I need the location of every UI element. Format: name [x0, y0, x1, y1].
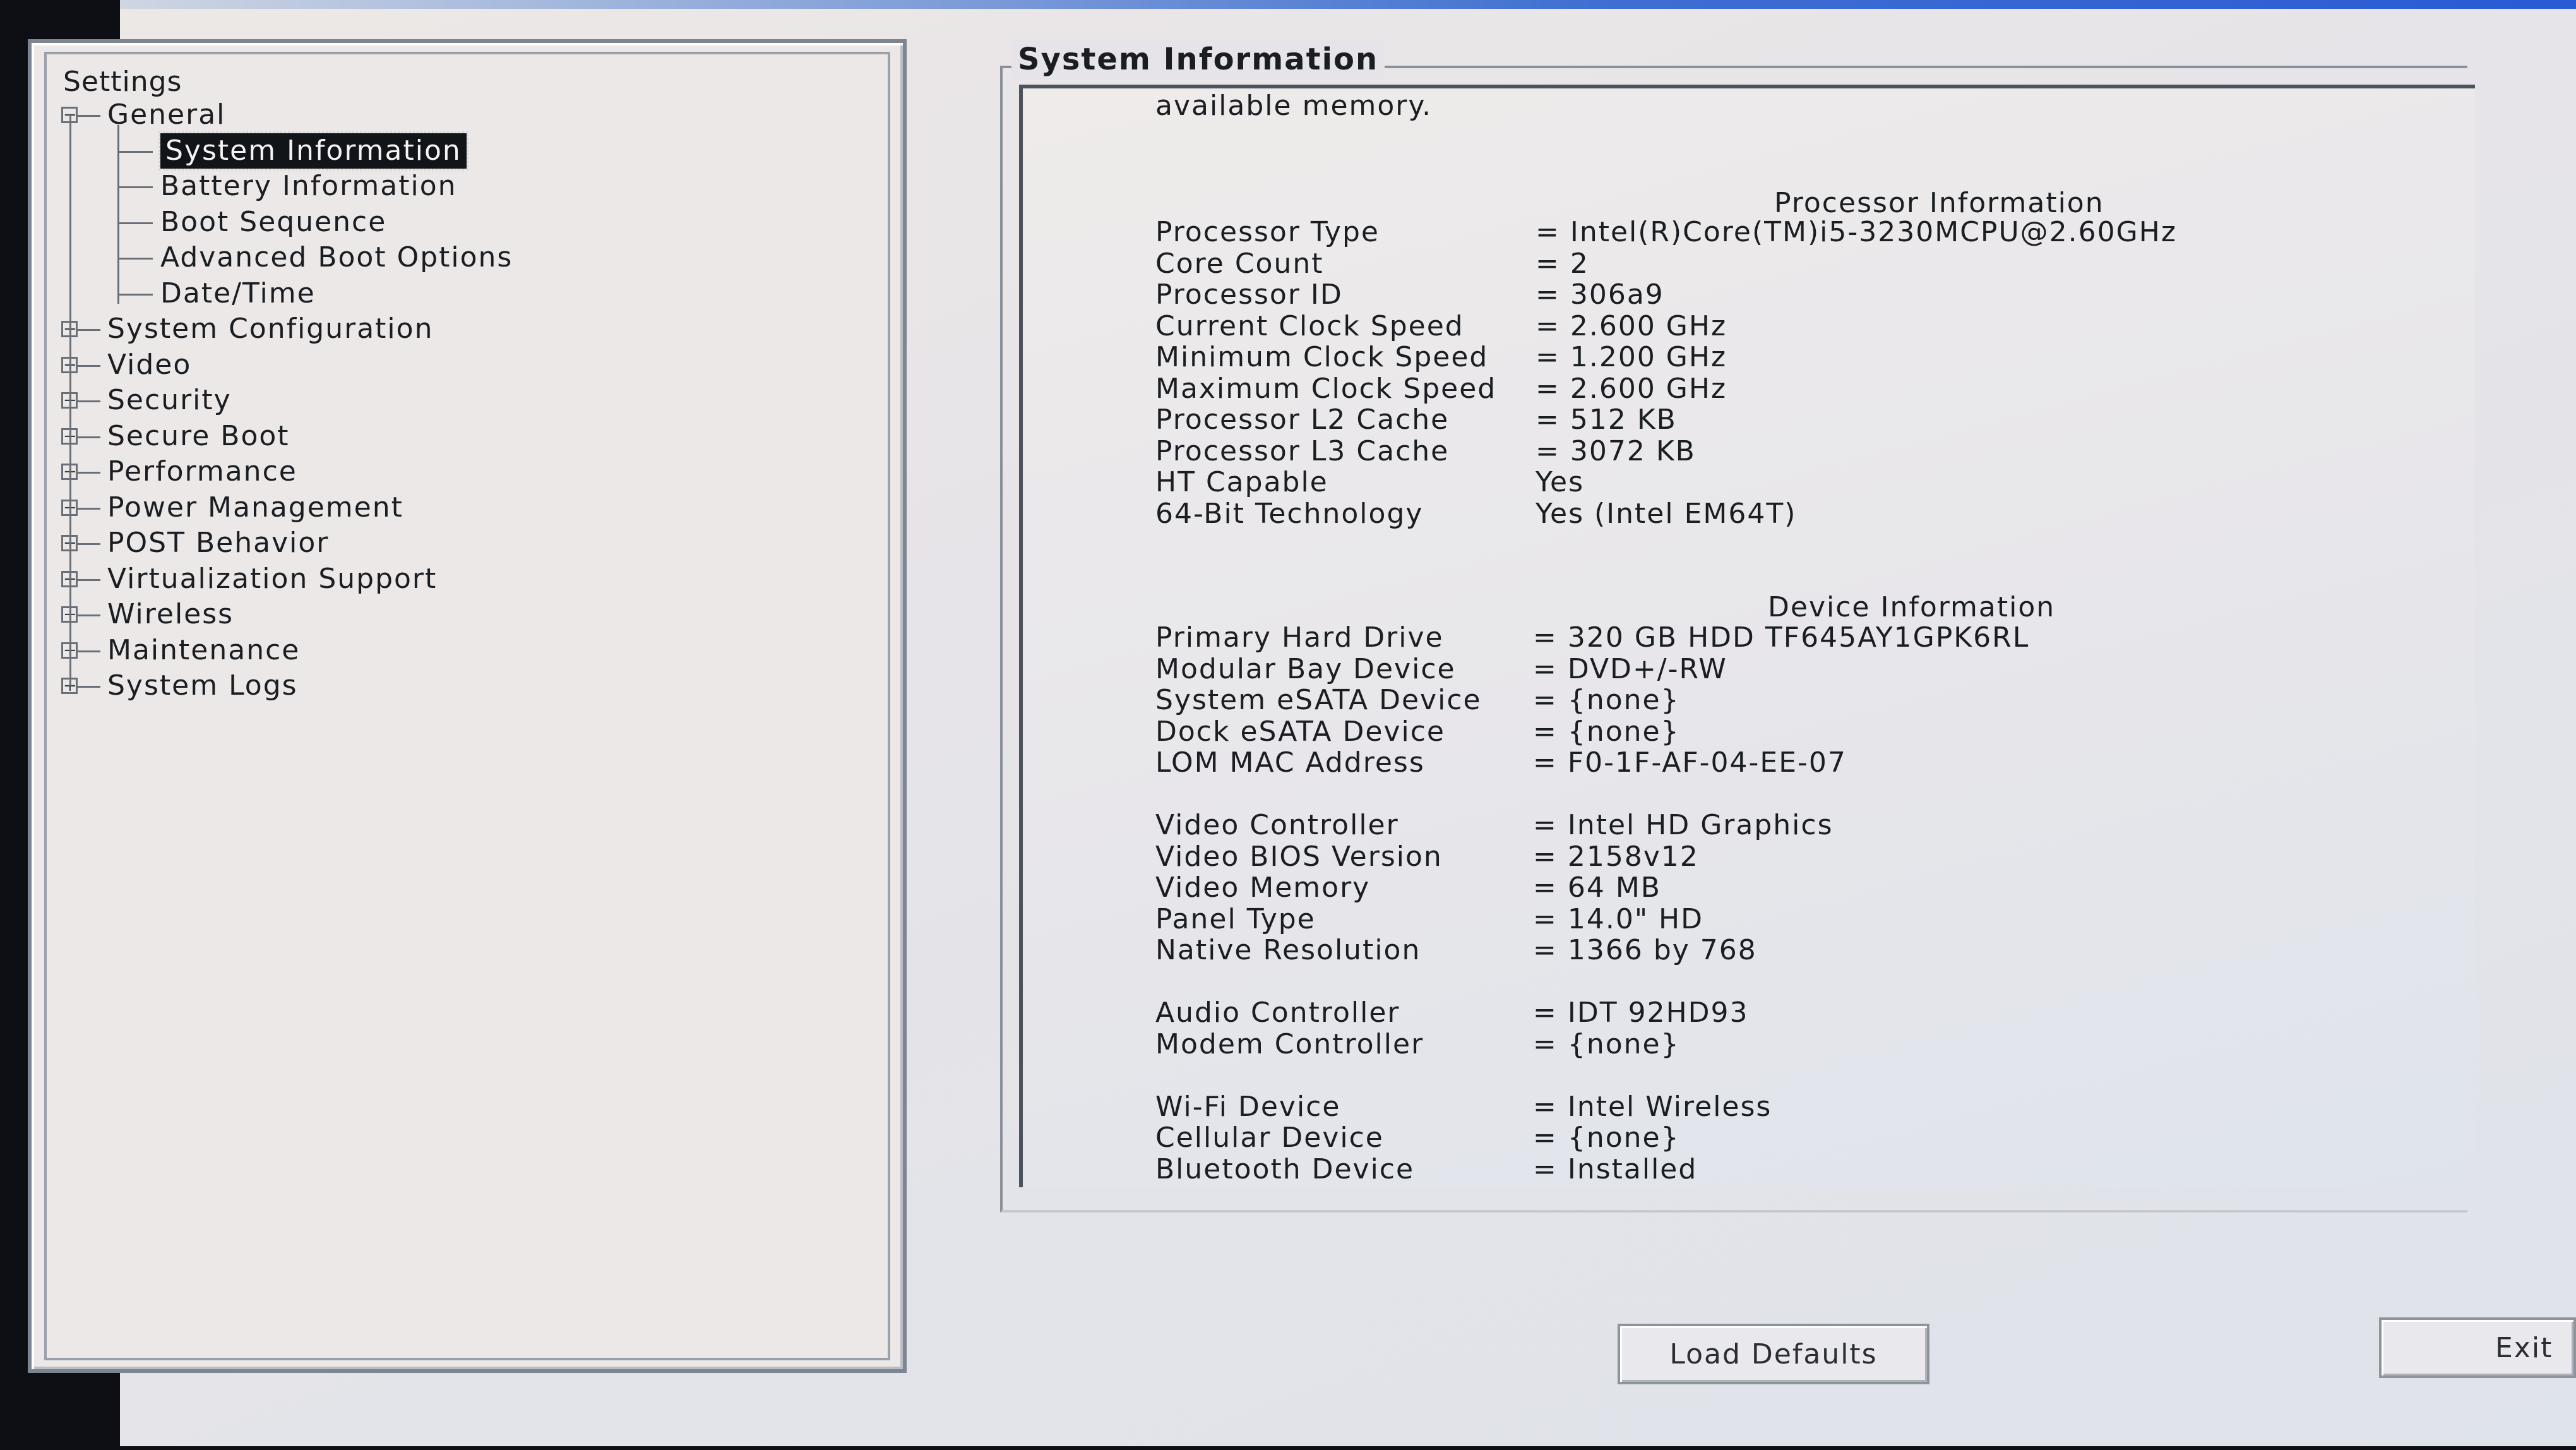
tree-item-virtualization-support[interactable]: Virtualization Support — [107, 561, 437, 597]
tree-item-general[interactable]: General — [107, 97, 225, 133]
info-value: = 306a9 — [1535, 279, 1664, 311]
tree-branch-line — [117, 125, 119, 304]
tree-item-wireless[interactable]: Wireless — [107, 597, 234, 632]
panel-title: System Information — [1011, 39, 1385, 80]
info-label: Current Clock Speed — [1155, 309, 1464, 342]
tree-connector — [78, 436, 100, 438]
settings-tree-panel: Settings − General System Information Batte… — [28, 39, 907, 1373]
tree-connector — [117, 222, 153, 224]
info-value: = 2 — [1535, 247, 1589, 280]
tree-connector — [78, 650, 100, 652]
tree-connector — [117, 293, 153, 296]
tree-connector — [117, 150, 153, 153]
tree-item-date-time[interactable]: Date/Time — [160, 276, 316, 311]
info-label: Bluetooth Device — [1155, 1153, 1415, 1185]
info-label: Minimum Clock Speed — [1155, 341, 1489, 373]
tree-item-boot-sequence[interactable]: Boot Sequence — [160, 205, 386, 240]
info-label: 64-Bit Technology — [1155, 497, 1424, 530]
info-value: = 1366 by 768 — [1533, 934, 1757, 966]
tree-item-maintenance[interactable]: Maintenance — [107, 633, 300, 668]
info-value: = 512 KB — [1535, 404, 1677, 436]
exit-button[interactable]: Exit — [2379, 1317, 2576, 1378]
tree-connector — [78, 578, 100, 581]
tree-connector — [78, 543, 100, 545]
tree-item-battery-information[interactable]: Battery Information — [160, 169, 457, 204]
info-value: = {none} — [1533, 684, 1680, 716]
info-label: Modular Bay Device — [1155, 652, 1456, 685]
tree-item-performance[interactable]: Performance — [107, 454, 297, 489]
info-label: Processor Type — [1155, 216, 1380, 248]
info-value: = Intel HD Graphics — [1533, 809, 1834, 841]
info-label: Processor L3 Cache — [1155, 434, 1450, 467]
info-label: Video Controller — [1155, 809, 1399, 841]
info-label: Modem Controller — [1155, 1028, 1424, 1060]
panel-intro-text: available memory. — [1155, 90, 1433, 122]
tree-item-advanced-boot-options[interactable]: Advanced Boot Options — [160, 240, 513, 275]
info-value: = 3072 KB — [1535, 434, 1696, 467]
info-value: = 2.600 GHz — [1535, 309, 1727, 342]
info-value: = DVD+/-RW — [1533, 652, 1727, 685]
processor-heading: Processor Information — [1774, 187, 2104, 219]
tree-root-label: Settings — [63, 66, 182, 98]
load-defaults-button[interactable]: Load Defaults — [1618, 1324, 1929, 1384]
info-value: = Installed — [1533, 1153, 1698, 1185]
tree-connector — [78, 329, 100, 331]
tree-item-video[interactable]: Video — [107, 347, 191, 383]
info-label: Native Resolution — [1155, 934, 1421, 966]
info-value: = IDT 92HD93 — [1533, 997, 1749, 1029]
info-label: Processor L2 Cache — [1155, 404, 1450, 436]
tree-connector — [117, 258, 153, 260]
tree-connector — [78, 364, 100, 367]
tree-item-system-logs[interactable]: System Logs — [107, 668, 298, 704]
info-label: HT Capable — [1155, 466, 1328, 498]
info-value: = 1.200 GHz — [1535, 341, 1727, 373]
tree-item-power-management[interactable]: Power Management — [107, 490, 403, 525]
tree-item-system-information[interactable]: System Information — [158, 131, 468, 171]
info-label: LOM MAC Address — [1155, 746, 1425, 779]
info-label: Audio Controller — [1155, 997, 1400, 1029]
info-label: Video BIOS Version — [1155, 840, 1443, 873]
info-label: Wi-Fi Device — [1155, 1090, 1341, 1123]
info-value: = 2.600 GHz — [1535, 372, 1727, 405]
info-value: = Intel(R)Core(TM)i5-3230MCPU@2.60GHz — [1535, 216, 2177, 248]
tree-item-post-behavior[interactable]: POST Behavior — [107, 525, 329, 561]
info-value: = 14.0" HD — [1533, 902, 1704, 935]
info-value: = F0-1F-AF-04-EE-07 — [1533, 746, 1847, 779]
info-value: = 320 GB HDD TF645AY1GPK6RL — [1533, 621, 2030, 654]
info-label: Video Memory — [1155, 872, 1371, 904]
info-label: Cellular Device — [1155, 1122, 1384, 1154]
info-label: Maximum Clock Speed — [1155, 372, 1497, 405]
info-value: Yes — [1535, 466, 1585, 498]
settings-tree[interactable]: Settings − General System Information Batte… — [44, 52, 890, 1360]
info-label: Dock eSATA Device — [1155, 715, 1445, 748]
info-label: Processor ID — [1155, 279, 1343, 311]
tree-connector — [78, 614, 100, 616]
tree-item-security[interactable]: Security — [107, 383, 232, 418]
info-label: Primary Hard Drive — [1155, 621, 1444, 654]
info-label: Core Count — [1155, 247, 1324, 280]
tree-connector — [78, 507, 100, 510]
info-value: = 64 MB — [1533, 872, 1661, 904]
device-heading: Device Information — [1768, 591, 2056, 623]
tree-connector — [78, 472, 100, 474]
info-value: Yes (Intel EM64T) — [1535, 497, 1797, 530]
tree-connector — [78, 115, 100, 117]
tree-item-secure-boot[interactable]: Secure Boot — [107, 419, 290, 454]
info-value: = {none} — [1533, 1122, 1680, 1154]
tree-connector — [78, 686, 100, 688]
tree-connector — [117, 186, 153, 188]
info-value: = {none} — [1533, 1028, 1680, 1060]
info-value: = Intel Wireless — [1533, 1090, 1772, 1123]
info-value: = {none} — [1533, 715, 1680, 748]
info-label: System eSATA Device — [1155, 684, 1482, 716]
info-label: Panel Type — [1155, 902, 1316, 935]
info-value: = 2158v12 — [1533, 840, 1699, 873]
tree-item-system-configuration[interactable]: System Configuration — [107, 311, 433, 347]
top-accent-bar — [120, 0, 2576, 9]
tree-trunk-line — [69, 115, 71, 686]
tree-connector — [78, 400, 100, 402]
